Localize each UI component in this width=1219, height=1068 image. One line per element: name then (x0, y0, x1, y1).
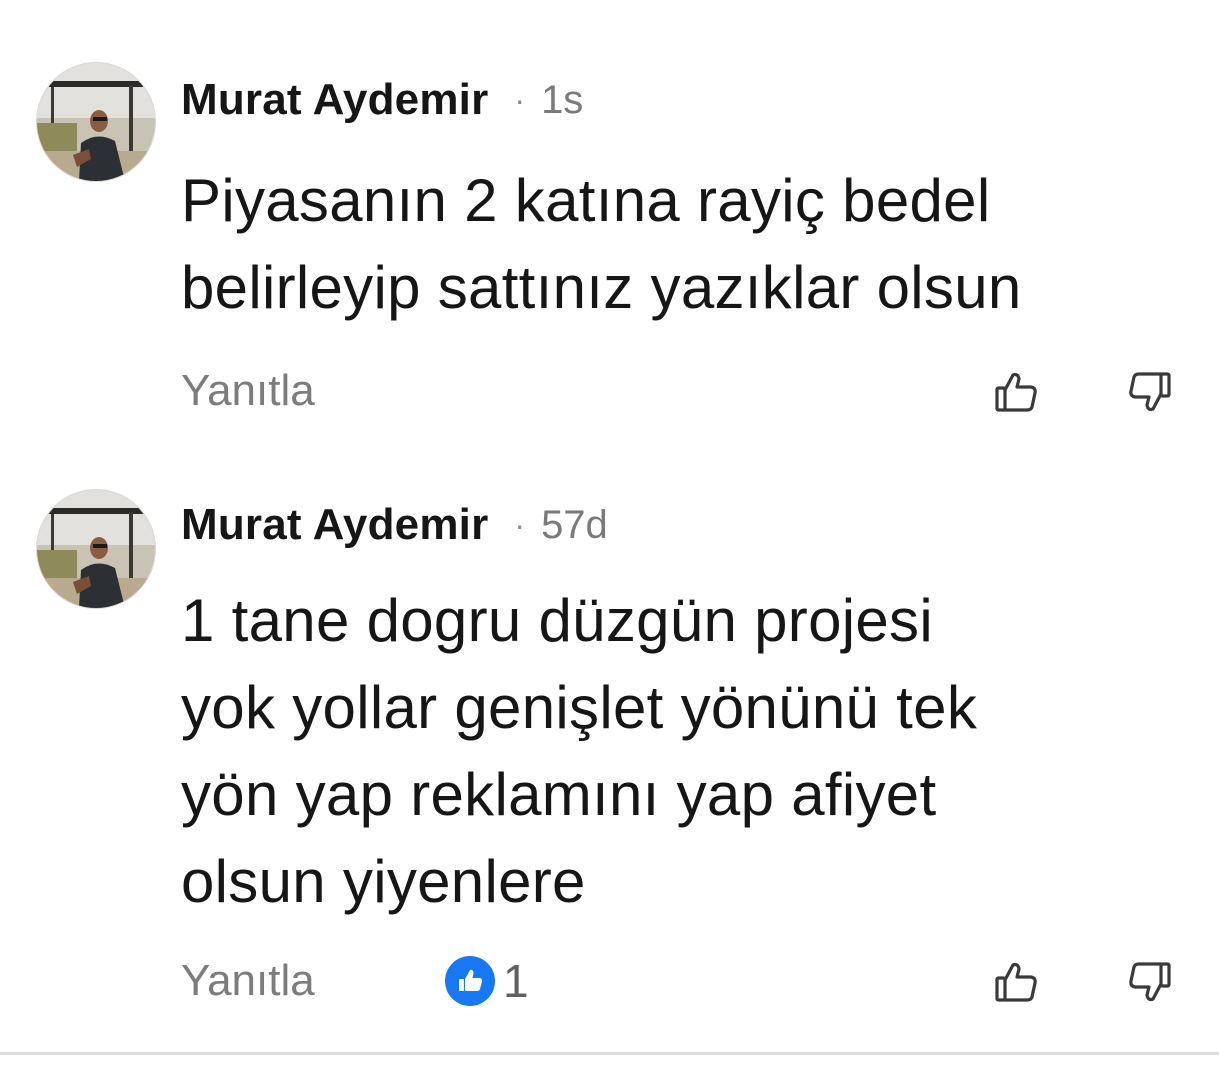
reaction-count: 1 (503, 955, 529, 1007)
author-name[interactable]: Murat Aydemir (181, 75, 488, 125)
thumb-down-icon[interactable] (1122, 364, 1178, 420)
comment-meta: Murat Aydemir · 57d (181, 495, 608, 555)
comment-time: 57d (541, 502, 608, 547)
comment-meta: Murat Aydemir · 1s (181, 70, 583, 130)
comment-time: 1s (541, 77, 584, 122)
author-name[interactable]: Murat Aydemir (181, 500, 488, 550)
reaction-summary[interactable]: 1 (445, 954, 529, 1008)
comment-text: 1 tane dogru düzgün projesi yok yollar g… (181, 587, 978, 915)
thumb-down-icon[interactable] (1122, 954, 1178, 1010)
reply-button[interactable]: Yanıtla (181, 366, 315, 416)
meta-separator: · (514, 81, 526, 118)
avatar[interactable] (37, 490, 155, 608)
reply-button[interactable]: Yanıtla (181, 956, 315, 1006)
thumb-up-icon[interactable] (988, 954, 1044, 1010)
divider (0, 1052, 1219, 1055)
comment-text: Piyasanın 2 katına rayiç bedel belirleyi… (181, 167, 1022, 321)
comment-actions: Yanıtla 1 (0, 950, 1219, 1020)
avatar[interactable] (37, 63, 155, 181)
like-reaction-icon (445, 956, 495, 1006)
comment-actions: Yanıtla (0, 360, 1219, 430)
comment-item: Murat Aydemir · 57d 1 tane dogru düzgün … (0, 450, 1219, 1054)
meta-separator: · (514, 506, 526, 543)
comment-item: Murat Aydemir · 1s Piyasanın 2 katına ra… (0, 0, 1219, 450)
thumb-up-icon[interactable] (988, 364, 1044, 420)
